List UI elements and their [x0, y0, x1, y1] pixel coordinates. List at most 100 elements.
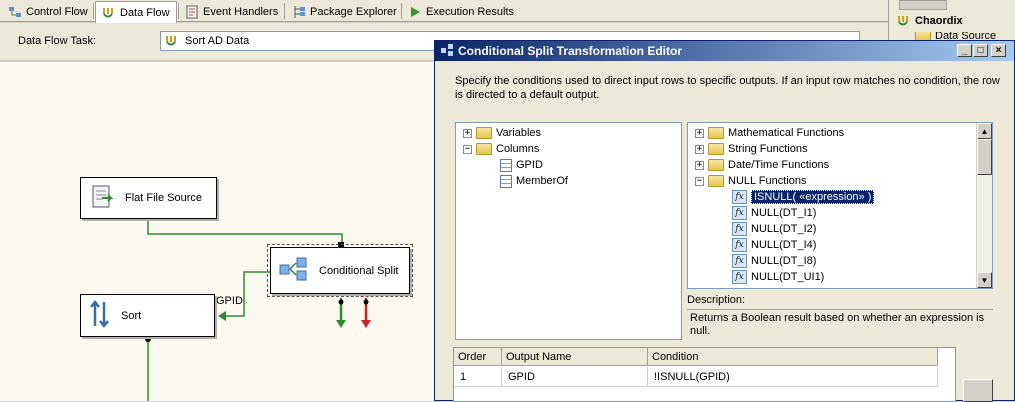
- close-button[interactable]: ×: [991, 44, 1006, 57]
- function-item[interactable]: fx NULL(DT_I8): [732, 253, 816, 269]
- package-explorer-icon: [292, 5, 306, 19]
- function-item[interactable]: fx NULL(DT_I2): [732, 221, 816, 237]
- description-text: Returns a Boolean result based on whethe…: [687, 309, 993, 341]
- close-icon: ×: [995, 44, 1002, 56]
- expand-icon[interactable]: +: [695, 144, 704, 154]
- function-label: NULL(DT_I1): [751, 207, 817, 219]
- sort-component[interactable]: Sort: [80, 294, 215, 337]
- conditional-split-icon: [279, 256, 309, 285]
- function-label: NULL(DT_I4): [751, 239, 817, 251]
- collapse-icon[interactable]: −: [463, 144, 472, 154]
- tree-label: String Functions: [728, 143, 808, 155]
- tab-event-handlers[interactable]: Event Handlers: [179, 1, 284, 22]
- function-icon: fx: [732, 270, 747, 284]
- tab-label: Control Flow: [26, 5, 88, 18]
- tree-label: Date/Time Functions: [728, 159, 830, 171]
- sort-label: Sort: [121, 309, 142, 322]
- solution-project-node[interactable]: Chaordix: [897, 14, 963, 28]
- folder-icon: [708, 143, 724, 155]
- path-label-gpid: GPID: [216, 295, 243, 307]
- minimize-button[interactable]: _: [957, 44, 972, 57]
- tab-execution-results[interactable]: Execution Results: [402, 1, 520, 22]
- scroll-thumb[interactable]: [977, 139, 992, 175]
- function-item[interactable]: fx NULL(DT_UI1): [732, 269, 824, 285]
- dialog-title-bar[interactable]: Conditional Split Transformation Editor: [435, 41, 1014, 61]
- function-item[interactable]: fx NULL(DT_I1): [732, 205, 816, 221]
- folder-icon: [915, 32, 931, 40]
- tree-label: GPID: [516, 159, 543, 171]
- tree-node-null-functions[interactable]: − NULL Functions: [695, 173, 806, 189]
- function-label: NULL(DT_I8): [751, 255, 817, 267]
- grid-cell-order[interactable]: 1: [454, 367, 502, 387]
- variables-columns-tree[interactable]: + Variables − Columns GPID MemberOf: [455, 122, 682, 340]
- data-flow-icon: [165, 34, 179, 48]
- dialog-title: Conditional Split Transformation Editor: [458, 44, 682, 58]
- data-source-node[interactable]: Data Source: [915, 32, 996, 40]
- data-flow-task-value: Sort AD Data: [185, 35, 250, 47]
- function-icon: fx: [732, 254, 747, 268]
- event-handlers-icon: [185, 5, 199, 19]
- grid-header-output-name[interactable]: Output Name: [502, 348, 648, 366]
- function-icon: fx: [732, 206, 747, 220]
- solution-explorer-toolbar[interactable]: [899, 0, 947, 10]
- maximize-button[interactable]: □: [973, 44, 988, 57]
- flat-file-source-component[interactable]: Flat File Source: [80, 177, 217, 219]
- functions-scrollbar[interactable]: ▲ ▼: [976, 123, 992, 288]
- conditional-split-editor-dialog: Conditional Split Transformation Editor …: [434, 40, 1015, 402]
- folder-icon: [476, 127, 492, 139]
- tree-node-string-functions[interactable]: + String Functions: [695, 141, 807, 157]
- move-down-button[interactable]: [963, 379, 993, 402]
- tree-node-column-gpid[interactable]: GPID: [500, 157, 543, 173]
- expand-icon[interactable]: +: [695, 128, 704, 138]
- function-label: ISNULL( «expression» ): [751, 190, 875, 204]
- flat-file-source-icon: [89, 184, 115, 213]
- grid-header-order[interactable]: Order: [454, 348, 502, 366]
- designer-tab-strip: Control Flow Data Flow Event Handlers Pa…: [0, 0, 888, 23]
- tab-label: Package Explorer: [310, 5, 397, 18]
- data-source-label: Data Source: [935, 32, 997, 40]
- tree-node-column-memberof[interactable]: MemberOf: [500, 173, 568, 189]
- tree-label: NULL Functions: [728, 175, 807, 187]
- grid-header-condition[interactable]: Condition: [648, 348, 938, 366]
- data-flow-icon: [102, 6, 116, 20]
- function-label: NULL(DT_I2): [751, 223, 817, 235]
- column-icon: [500, 158, 512, 172]
- execution-results-icon: [408, 5, 422, 19]
- function-label: NULL(DT_UI1): [751, 271, 825, 283]
- tree-node-datetime-functions[interactable]: + Date/Time Functions: [695, 157, 829, 173]
- tab-package-explorer[interactable]: Package Explorer: [286, 1, 403, 22]
- tree-label: Mathematical Functions: [728, 127, 845, 139]
- scroll-down-button[interactable]: ▼: [977, 272, 992, 288]
- tab-label: Execution Results: [426, 5, 515, 18]
- functions-tree[interactable]: + Mathematical Functions + String Functi…: [687, 122, 993, 289]
- scroll-up-button[interactable]: ▲: [977, 123, 992, 139]
- tree-node-mathematical-functions[interactable]: + Mathematical Functions: [695, 125, 844, 141]
- conditional-split-component[interactable]: Conditional Split: [267, 244, 413, 297]
- sort-icon: [89, 299, 111, 331]
- expand-icon[interactable]: +: [695, 160, 704, 170]
- tab-data-flow[interactable]: Data Flow: [95, 1, 177, 23]
- tree-node-variables[interactable]: + Variables: [463, 125, 541, 141]
- expand-icon[interactable]: +: [463, 128, 472, 138]
- function-icon: fx: [732, 190, 747, 204]
- minimize-icon: _: [961, 44, 968, 56]
- arrow-down-icon: ▼: [980, 275, 989, 285]
- collapse-icon[interactable]: −: [695, 176, 704, 186]
- function-item[interactable]: fx NULL(DT_I4): [732, 237, 816, 253]
- folder-icon: [476, 143, 492, 155]
- conditional-split-label: Conditional Split: [319, 264, 399, 277]
- function-icon: fx: [732, 238, 747, 252]
- grid-cell-condition[interactable]: !ISNULL(GPID): [648, 367, 938, 387]
- folder-icon: [708, 159, 724, 171]
- arrow-up-icon: ▲: [980, 126, 989, 136]
- maximize-icon: □: [977, 44, 984, 56]
- tree-node-columns[interactable]: − Columns: [463, 141, 539, 157]
- tree-label: Columns: [496, 143, 540, 155]
- project-name: Chaordix: [915, 15, 963, 27]
- tab-control-flow[interactable]: Control Flow: [2, 1, 94, 22]
- function-item-isnull[interactable]: fx ISNULL( «expression» ): [732, 189, 875, 205]
- grid-cell-output-name[interactable]: GPID: [502, 367, 648, 387]
- tab-label: Data Flow: [120, 6, 170, 19]
- folder-icon: [708, 127, 724, 139]
- conditions-grid[interactable]: Order Output Name Condition 1 GPID !ISNU…: [453, 347, 956, 402]
